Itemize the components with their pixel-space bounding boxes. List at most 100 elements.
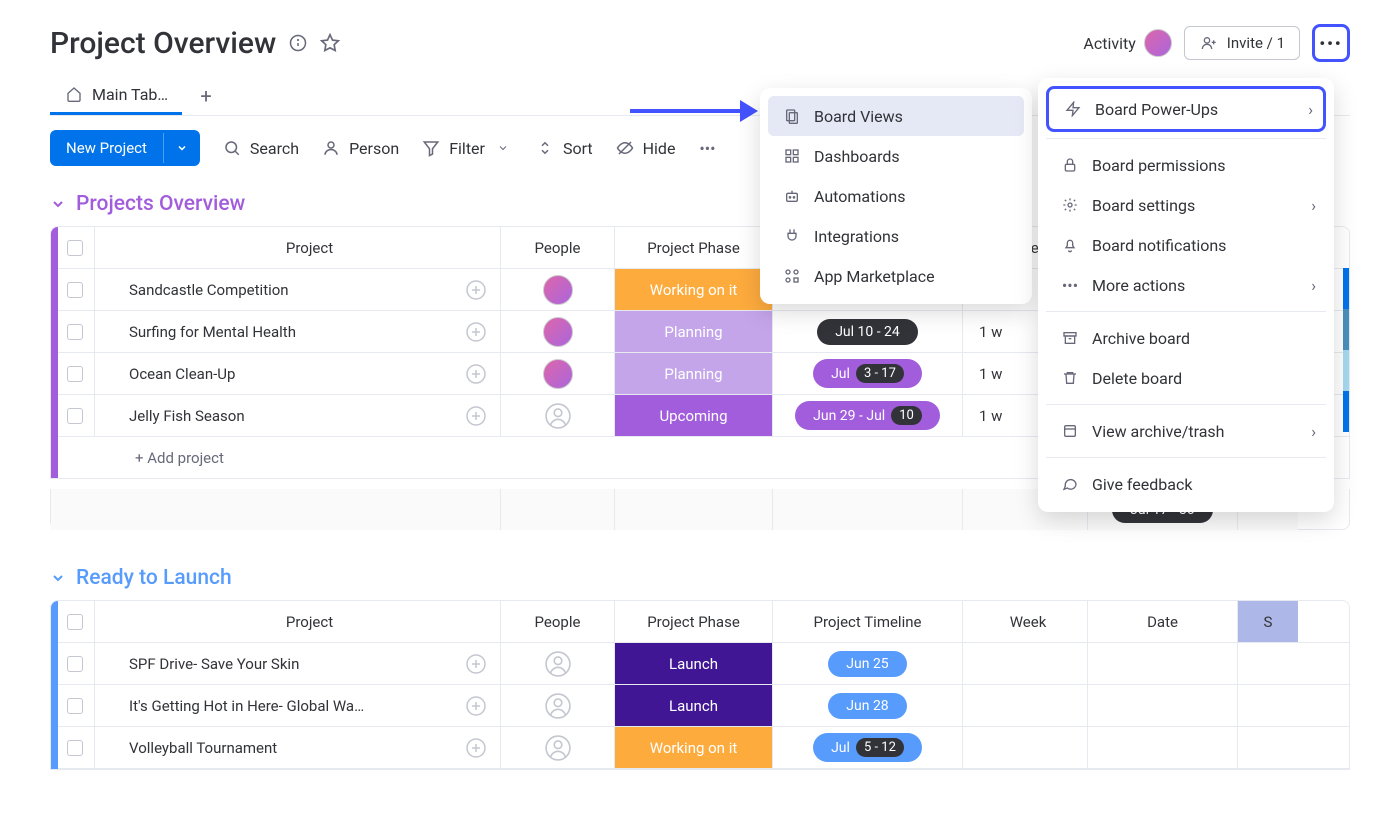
add-subitem-icon[interactable] — [464, 362, 488, 386]
invite-button[interactable]: Invite / 1 — [1184, 26, 1300, 60]
project-name-cell[interactable]: SPF Drive- Save Your Skin — [95, 643, 501, 684]
status-cell[interactable] — [1238, 727, 1298, 768]
toolbar-more-button[interactable]: ••• — [697, 138, 717, 158]
chevron-down-icon — [50, 570, 66, 586]
col-people[interactable]: People — [501, 601, 615, 642]
project-name-cell[interactable]: Volleyball Tournament — [95, 727, 501, 768]
date-cell[interactable] — [1088, 727, 1238, 768]
timeline-cell[interactable]: Jul 5 - 12 — [773, 727, 963, 768]
menu-item-app-marketplace[interactable]: App Marketplace — [768, 256, 1024, 296]
tab-main-table[interactable]: Main Tab… — [50, 76, 182, 115]
row-checkbox[interactable] — [67, 366, 83, 382]
select-all-checkbox[interactable] — [67, 240, 83, 256]
activity-button[interactable]: Activity — [1083, 29, 1171, 57]
row-checkbox[interactable] — [67, 408, 83, 424]
menu-item-board-notifications[interactable]: Board notifications — [1046, 225, 1326, 265]
menu-item-board-powerups[interactable]: Board Power-Ups› — [1046, 86, 1326, 132]
menu-item-board-views[interactable]: Board Views — [768, 96, 1024, 136]
menu-item-board-settings[interactable]: Board settings› — [1046, 185, 1326, 225]
week-cell[interactable] — [963, 685, 1088, 726]
table-row[interactable]: It's Getting Hot in Here- Global Wa… Lau… — [51, 685, 1349, 727]
row-checkbox[interactable] — [67, 698, 83, 714]
col-people[interactable]: People — [501, 227, 615, 268]
date-cell[interactable] — [1088, 685, 1238, 726]
people-cell[interactable] — [501, 643, 615, 684]
group-header-ready-to-launch[interactable]: Ready to Launch — [50, 566, 1350, 590]
project-name-cell[interactable]: Jelly Fish Season — [95, 395, 501, 436]
col-phase[interactable]: Project Phase — [615, 227, 773, 268]
chevron-right-icon: › — [1311, 196, 1316, 215]
menu-item-dashboards[interactable]: Dashboards — [768, 136, 1024, 176]
menu-item-give-feedback[interactable]: Give feedback — [1046, 464, 1326, 504]
add-subitem-icon[interactable] — [464, 736, 488, 760]
timeline-cell[interactable]: Jul 3 - 17 — [773, 353, 963, 394]
row-checkbox[interactable] — [67, 656, 83, 672]
sort-icon — [535, 138, 555, 158]
new-project-button[interactable]: New Project — [50, 130, 200, 166]
table-row[interactable]: Volleyball Tournament Working on it Jul … — [51, 727, 1349, 769]
project-name-cell[interactable]: Ocean Clean-Up — [95, 353, 501, 394]
phase-cell[interactable]: Planning — [615, 311, 773, 352]
menu-item-integrations[interactable]: Integrations — [768, 216, 1024, 256]
people-cell[interactable] — [501, 395, 615, 436]
timeline-cell[interactable]: Jul 10 - 24 — [773, 311, 963, 352]
table-row[interactable]: SPF Drive- Save Your Skin Launch Jun 25 — [51, 643, 1349, 685]
add-subitem-icon[interactable] — [464, 694, 488, 718]
col-date[interactable]: Date — [1088, 601, 1238, 642]
info-icon[interactable] — [288, 33, 308, 53]
col-s[interactable]: S — [1238, 601, 1298, 642]
hide-button[interactable]: Hide — [615, 138, 676, 158]
people-cell[interactable] — [501, 311, 615, 352]
phase-cell[interactable]: Working on it — [615, 727, 773, 768]
status-cell[interactable] — [1238, 685, 1298, 726]
menu-item-delete-board[interactable]: Delete board — [1046, 358, 1326, 398]
avatar — [543, 275, 573, 305]
phase-cell[interactable]: Working on it — [615, 269, 773, 310]
phase-cell[interactable]: Launch — [615, 685, 773, 726]
menu-item-archive-board[interactable]: Archive board — [1046, 318, 1326, 358]
row-checkbox[interactable] — [67, 282, 83, 298]
more-menu-button[interactable]: ••• — [1312, 24, 1350, 62]
menu-item-board-permissions[interactable]: Board permissions — [1046, 145, 1326, 185]
row-checkbox[interactable] — [67, 324, 83, 340]
filter-button[interactable]: Filter — [421, 138, 513, 158]
phase-cell[interactable]: Planning — [615, 353, 773, 394]
person-filter-button[interactable]: Person — [321, 138, 399, 158]
col-week[interactable]: Week — [963, 601, 1088, 642]
week-cell[interactable] — [963, 727, 1088, 768]
col-timeline[interactable]: Project Timeline — [773, 601, 963, 642]
add-tab-button[interactable]: + — [192, 82, 220, 110]
people-cell[interactable] — [501, 727, 615, 768]
status-cell[interactable] — [1238, 643, 1298, 684]
row-checkbox[interactable] — [67, 740, 83, 756]
search-button[interactable]: Search — [222, 138, 299, 158]
date-cell[interactable] — [1088, 643, 1238, 684]
add-subitem-icon[interactable] — [464, 404, 488, 428]
timeline-cell[interactable]: Jun 25 — [773, 643, 963, 684]
select-all-checkbox[interactable] — [67, 614, 83, 630]
add-subitem-icon[interactable] — [464, 278, 488, 302]
menu-item-automations[interactable]: Automations — [768, 176, 1024, 216]
project-name-cell[interactable]: Surfing for Mental Health — [95, 311, 501, 352]
week-cell[interactable] — [963, 643, 1088, 684]
star-icon[interactable] — [320, 33, 340, 53]
phase-cell[interactable]: Upcoming — [615, 395, 773, 436]
sort-button[interactable]: Sort — [535, 138, 593, 158]
add-subitem-icon[interactable] — [464, 320, 488, 344]
menu-item-more-actions[interactable]: •••More actions› — [1046, 265, 1326, 305]
project-name-cell[interactable]: Sandcastle Competition — [95, 269, 501, 310]
timeline-cell[interactable]: Jun 28 — [773, 685, 963, 726]
col-project[interactable]: Project — [95, 601, 501, 642]
add-subitem-icon[interactable] — [464, 652, 488, 676]
chevron-right-icon: › — [1311, 276, 1316, 295]
col-project[interactable]: Project — [95, 227, 501, 268]
timeline-cell[interactable]: Jun 29 - Jul 10 — [773, 395, 963, 436]
people-cell[interactable] — [501, 269, 615, 310]
people-cell[interactable] — [501, 353, 615, 394]
project-name-cell[interactable]: It's Getting Hot in Here- Global Wa… — [95, 685, 501, 726]
col-phase[interactable]: Project Phase — [615, 601, 773, 642]
people-cell[interactable] — [501, 685, 615, 726]
phase-cell[interactable]: Launch — [615, 643, 773, 684]
chevron-down-icon[interactable] — [163, 133, 200, 163]
menu-item-view-archive[interactable]: View archive/trash› — [1046, 411, 1326, 451]
